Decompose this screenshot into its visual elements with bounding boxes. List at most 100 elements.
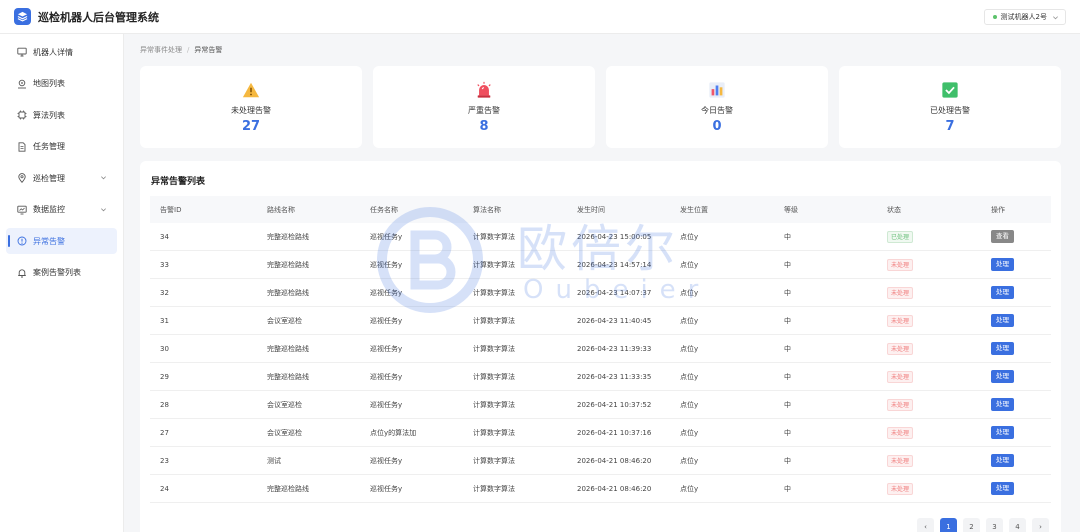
table-cell-time: 2026-04-21 10:37:16: [577, 428, 652, 437]
handle-button[interactable]: 处理: [991, 258, 1014, 271]
column-header: 路线名称: [267, 205, 295, 214]
table-cell-algo: 计算数字算法: [473, 260, 515, 269]
handle-button[interactable]: 处理: [991, 454, 1014, 467]
stat-label: 未处理告警: [231, 106, 271, 115]
table-cell-route: 完整巡检路线: [267, 484, 309, 493]
table-cell-action: 处理: [981, 370, 1051, 383]
handle-button[interactable]: 处理: [991, 342, 1014, 355]
table-cell-time: 2026-04-21 08:46:20: [577, 456, 652, 465]
table-cell-action: 处理: [981, 398, 1051, 411]
document-icon: [17, 141, 27, 152]
sidebar-item-label: 地图列表: [33, 79, 65, 88]
table-cell-route: 完整巡检路线: [267, 372, 309, 381]
sidebar-item-task-management[interactable]: 任务管理: [6, 134, 117, 160]
table-cell-algo: 计算数字算法: [473, 316, 515, 325]
table-cell-status: 未处理: [877, 370, 981, 383]
sidebar-item-algorithm-list[interactable]: 算法列表: [6, 102, 117, 128]
sidebar-item-label: 巡检管理: [33, 173, 65, 183]
alarm-light-icon: [477, 81, 491, 98]
pagination: ‹ 1 2 3 4 ›: [911, 518, 1049, 532]
handle-button[interactable]: 处理: [991, 286, 1014, 299]
breadcrumb-parent[interactable]: 异常事件处理: [140, 46, 182, 54]
table-cell-action: 处理: [981, 342, 1051, 355]
table-cell-task: 巡视任务y: [370, 316, 403, 325]
table-cell-route: 完整巡检路线: [267, 288, 309, 297]
column-header: 发生位置: [680, 205, 708, 214]
prev-page-button[interactable]: ‹: [917, 518, 934, 532]
table-cell-pos: 点位y: [680, 400, 699, 409]
table-cell-route: 会议室巡检: [267, 400, 302, 409]
view-button[interactable]: 查看: [991, 230, 1014, 243]
status-badge: 未处理: [887, 482, 914, 495]
table-cell-level: 中: [784, 484, 791, 493]
column-header: 算法名称: [473, 205, 501, 214]
table-row: 29 完整巡检路线 巡视任务y 计算数字算法 2026-04-23 11:33:35 点位…: [150, 363, 1051, 391]
robot-select[interactable]: 测试机器人2号: [983, 9, 1066, 25]
page-button-2[interactable]: 2: [963, 518, 980, 532]
next-page-button[interactable]: ›: [1032, 518, 1049, 532]
table-cell-task: 巡视任务y: [370, 260, 403, 269]
table-cell-id: 31: [160, 316, 169, 325]
column-header: 告警ID: [160, 205, 182, 214]
stat-card-handled: 已处理告警 7: [839, 66, 1061, 148]
app-logo-icon: [14, 8, 31, 25]
stat-card-unhandled: 未处理告警 27: [140, 66, 362, 148]
table-cell-route: 会议室巡检: [267, 428, 302, 437]
page-button-3[interactable]: 3: [986, 518, 1003, 532]
table-cell-status: 已处理: [877, 230, 981, 243]
table-cell-level: 中: [784, 344, 791, 353]
column-header: 等级: [784, 205, 798, 214]
table-cell-level: 中: [784, 372, 791, 381]
table-cell-id: 30: [160, 344, 169, 353]
table-cell-status: 未处理: [877, 258, 981, 271]
table-cell-action: 处理: [981, 454, 1051, 467]
table-cell-status: 未处理: [877, 342, 981, 355]
handle-button[interactable]: 处理: [991, 370, 1014, 383]
online-status-dot: [992, 15, 997, 19]
table-cell-time: 2026-04-23 11:39:33: [577, 344, 652, 353]
handle-button[interactable]: 处理: [991, 398, 1014, 411]
chart-monitor-icon: [17, 205, 27, 215]
sidebar-item-case-alarm-list[interactable]: 案例告警列表: [6, 260, 117, 286]
table-cell-task: 点位y的算法加: [370, 428, 417, 437]
table-row: 23 测试 巡视任务y 计算数字算法 2026-04-21 08:46:20 点位y 中 未处…: [150, 447, 1051, 475]
sidebar-item-inspection-management[interactable]: 巡检管理: [6, 165, 117, 191]
stat-value: 7: [945, 119, 955, 134]
table-row: 33 完整巡检路线 巡视任务y 计算数字算法 2026-04-23 14:57:14 点位…: [150, 251, 1051, 279]
table-cell-pos: 点位y: [680, 344, 699, 353]
table-cell-algo: 计算数字算法: [473, 400, 515, 409]
table-cell-time: 2026-04-23 15:00:05: [577, 232, 652, 241]
table-cell-time: 2026-04-23 14:57:14: [577, 260, 652, 269]
stat-label: 已处理告警: [930, 106, 970, 115]
page-button-4[interactable]: 4: [1009, 518, 1026, 532]
table-cell-action: 处理: [981, 482, 1051, 495]
stat-card-severe: 严重告警 8: [373, 66, 595, 148]
sidebar-item-abnormal-alarm[interactable]: 异常告警: [6, 228, 117, 254]
sidebar-item-robot-detail[interactable]: 机器人详情: [6, 39, 117, 65]
table-cell-level: 中: [784, 428, 791, 437]
handle-button[interactable]: 处理: [991, 482, 1014, 495]
sidebar-item-map-list[interactable]: 地图列表: [6, 71, 117, 97]
page-button-1[interactable]: 1: [940, 518, 957, 532]
top-header: 巡检机器人后台管理系统 测试机器人2号: [0, 0, 1080, 34]
handle-button[interactable]: 处理: [991, 314, 1014, 327]
table-row: 30 完整巡检路线 巡视任务y 计算数字算法 2026-04-23 11:39:33 点位…: [150, 335, 1051, 363]
table-cell-id: 28: [160, 400, 169, 409]
table-cell-task: 巡视任务y: [370, 484, 403, 493]
status-badge: 未处理: [887, 314, 914, 327]
table-cell-status: 未处理: [877, 482, 981, 495]
chip-icon: [17, 110, 27, 120]
sidebar-item-label: 异常告警: [33, 236, 65, 246]
table-cell-algo: 计算数字算法: [473, 428, 515, 437]
table-cell-level: 中: [784, 232, 791, 241]
location-icon: [17, 173, 27, 183]
table-cell-pos: 点位y: [680, 372, 699, 381]
sidebar-item-label: 案例告警列表: [33, 268, 81, 277]
breadcrumb-separator: /: [187, 46, 190, 54]
sidebar-item-label: 机器人详情: [33, 47, 73, 57]
table-cell-id: 24: [160, 484, 169, 493]
status-badge: 未处理: [887, 342, 914, 355]
sidebar-item-data-monitoring[interactable]: 数据监控: [6, 197, 117, 223]
robot-select-value: 测试机器人2号: [1000, 13, 1047, 21]
handle-button[interactable]: 处理: [991, 426, 1014, 439]
